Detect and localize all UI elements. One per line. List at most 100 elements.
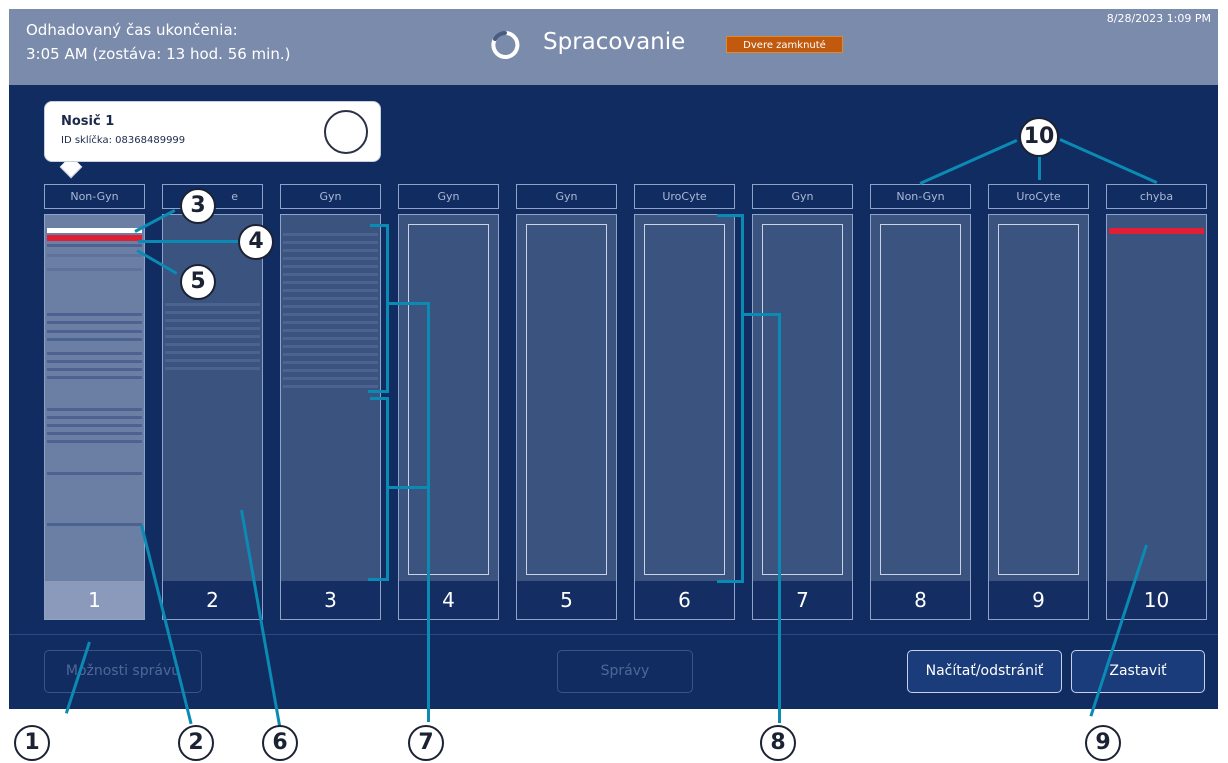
rack-number-6: 6 — [635, 581, 734, 619]
slide[interactable] — [47, 472, 142, 475]
processing-screen: Odhadovaný čas ukončenia: 3:05 AM (zostá… — [9, 9, 1218, 709]
slide[interactable] — [283, 337, 378, 340]
slide[interactable] — [283, 369, 378, 372]
callout-bracket-7 — [388, 486, 428, 489]
status-bar: Odhadovaný čas ukončenia: 3:05 AM (zostá… — [9, 9, 1218, 85]
rack-8[interactable]: 8 — [870, 214, 971, 620]
callout-line-8 — [778, 313, 781, 723]
rack-label-4: Gyn — [398, 184, 499, 209]
slide[interactable] — [165, 311, 260, 314]
slide[interactable] — [47, 376, 142, 379]
slide[interactable] — [283, 353, 378, 356]
slide[interactable] — [165, 303, 260, 306]
rack-number-4: 4 — [399, 581, 498, 619]
spinner-icon — [491, 30, 520, 59]
slide[interactable] — [47, 254, 142, 257]
slide[interactable] — [283, 361, 378, 364]
slide[interactable] — [283, 289, 378, 292]
slide[interactable] — [283, 385, 378, 388]
slide[interactable] — [47, 523, 142, 526]
slide[interactable] — [47, 368, 142, 371]
rack-3[interactable]: 3 — [280, 214, 381, 620]
slide[interactable] — [283, 305, 378, 308]
slide[interactable] — [165, 367, 260, 370]
slide[interactable] — [283, 321, 378, 324]
slide[interactable] — [283, 265, 378, 268]
slide[interactable] — [47, 432, 142, 435]
callout-bracket-7 — [368, 390, 388, 393]
rack-number-2: 2 — [163, 581, 262, 619]
slide[interactable] — [165, 343, 260, 346]
slide[interactable] — [165, 327, 260, 330]
slide[interactable] — [47, 244, 142, 247]
callout-badge-6: 6 — [262, 725, 298, 761]
rack-number-1: 1 — [45, 581, 144, 619]
slide-error[interactable] — [1109, 228, 1204, 234]
slide[interactable] — [283, 313, 378, 316]
slide[interactable] — [47, 313, 142, 316]
slide[interactable] — [283, 297, 378, 300]
slide-error[interactable] — [47, 235, 142, 241]
empty-slot-outline — [998, 224, 1079, 575]
slide[interactable] — [165, 359, 260, 362]
slide[interactable] — [165, 319, 260, 322]
slide[interactable] — [47, 330, 142, 333]
rack-tooltip: Nosič 1 ID sklíčka: 08368489999 — [44, 101, 381, 162]
slide[interactable] — [47, 338, 142, 341]
slide[interactable] — [283, 345, 378, 348]
rack-label-5: Gyn — [516, 184, 617, 209]
callout-bracket-8 — [741, 214, 744, 583]
empty-slot-outline — [408, 224, 489, 575]
callout-line-4 — [138, 240, 238, 243]
callout-bracket-8 — [717, 580, 743, 583]
estimated-end-value: 3:05 AM (zostáva: 13 hod. 56 min.) — [26, 45, 291, 63]
slide[interactable] — [283, 241, 378, 244]
slide[interactable] — [165, 335, 260, 338]
rack-label-7: Gyn — [752, 184, 853, 209]
rack-number-9: 9 — [989, 581, 1088, 619]
slide-processed[interactable] — [47, 228, 142, 233]
callout-badge-10: 10 — [1019, 117, 1059, 157]
clock: 8/28/2023 1:09 PM — [1106, 12, 1211, 25]
rack-6[interactable]: 6 — [634, 214, 735, 620]
callout-bracket-7 — [388, 302, 428, 305]
rack-number-7: 7 — [753, 581, 852, 619]
slide[interactable] — [283, 329, 378, 332]
rack-label-10: chyba — [1106, 184, 1207, 209]
rack-7[interactable]: 7 — [752, 214, 853, 620]
slide[interactable] — [47, 268, 142, 271]
slide[interactable] — [283, 233, 378, 236]
slide[interactable] — [47, 440, 142, 443]
slide[interactable] — [47, 416, 142, 419]
rack-5[interactable]: 5 — [516, 214, 617, 620]
load-remove-button[interactable]: Načítať/odstrániť — [907, 650, 1062, 693]
rack-4[interactable]: 4 — [398, 214, 499, 620]
callout-bracket-8 — [717, 214, 743, 217]
rack-number-5: 5 — [517, 581, 616, 619]
rack-9[interactable]: 9 — [988, 214, 1089, 620]
rack-1[interactable]: 1 — [44, 214, 145, 620]
rack-number-3: 3 — [281, 581, 380, 619]
slide[interactable] — [283, 273, 378, 276]
slide[interactable] — [165, 351, 260, 354]
slide[interactable] — [283, 257, 378, 260]
slide[interactable] — [283, 281, 378, 284]
slide[interactable] — [283, 249, 378, 252]
slide-image-avatar — [324, 110, 368, 154]
slide[interactable] — [47, 360, 142, 363]
slide[interactable] — [47, 321, 142, 324]
rack-label-8: Non-Gyn — [870, 184, 971, 209]
slide[interactable] — [47, 424, 142, 427]
callout-badge-9: 9 — [1085, 725, 1121, 761]
callout-badge-7: 7 — [408, 725, 444, 761]
messages-button[interactable]: Správy — [557, 650, 693, 693]
callout-bracket-7 — [368, 578, 388, 581]
rack-label-1: Non-Gyn — [44, 184, 145, 209]
callout-line-7 — [427, 302, 430, 722]
estimated-end-label: Odhadovaný čas ukončenia: — [26, 21, 238, 39]
slide[interactable] — [47, 408, 142, 411]
slide[interactable] — [47, 352, 142, 355]
slide[interactable] — [283, 377, 378, 380]
stop-button[interactable]: Zastaviť — [1071, 650, 1205, 693]
rack-10[interactable]: 10 — [1106, 214, 1207, 620]
